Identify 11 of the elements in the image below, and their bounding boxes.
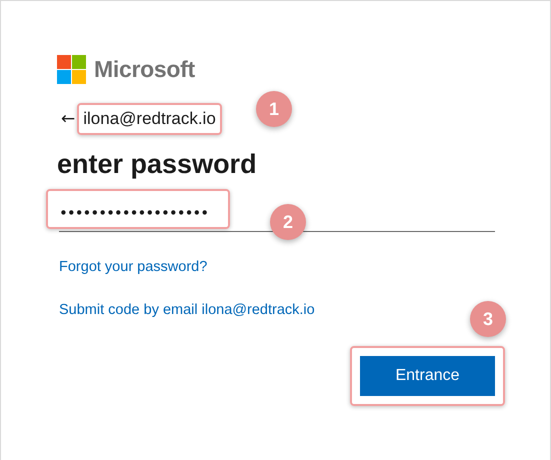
entrance-button[interactable]: Entrance xyxy=(360,356,495,396)
back-button[interactable]: ← xyxy=(61,110,76,128)
step-marker: 3 xyxy=(470,301,506,337)
text-link[interactable]: Forgot your password? xyxy=(59,259,208,275)
page-title: enter password xyxy=(57,149,258,180)
step-marker: 1 xyxy=(256,91,292,127)
account-email: ilona@redtrack.io xyxy=(77,103,222,135)
brand-name: Microsoft xyxy=(94,56,195,83)
logo-icon xyxy=(57,55,86,84)
text-link[interactable]: Submit code by email ilona@redtrack.io xyxy=(59,302,315,318)
step-marker: 2 xyxy=(270,204,306,240)
